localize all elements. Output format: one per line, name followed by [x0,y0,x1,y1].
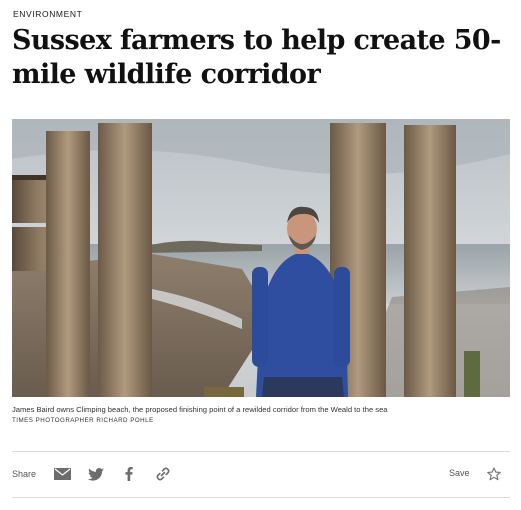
email-icon[interactable] [52,464,72,484]
star-icon[interactable] [484,464,504,484]
twitter-icon[interactable] [86,464,106,484]
divider-top [12,451,510,452]
save-button[interactable]: Save [449,468,470,478]
section-label[interactable]: ENVIRONMENT [13,9,82,19]
article-headline: Sussex farmers to help create 50-mile wi… [12,25,501,90]
share-label: Share [12,469,37,479]
link-icon[interactable] [153,464,173,484]
photo-caption: James Baird owns Climping beach, the pro… [12,405,388,414]
divider-bottom [12,497,510,498]
article-photo [12,119,510,397]
photo-credit: TIMES PHOTOGRAPHER RICHARD POHLE [12,417,154,424]
facebook-icon[interactable] [119,464,139,484]
